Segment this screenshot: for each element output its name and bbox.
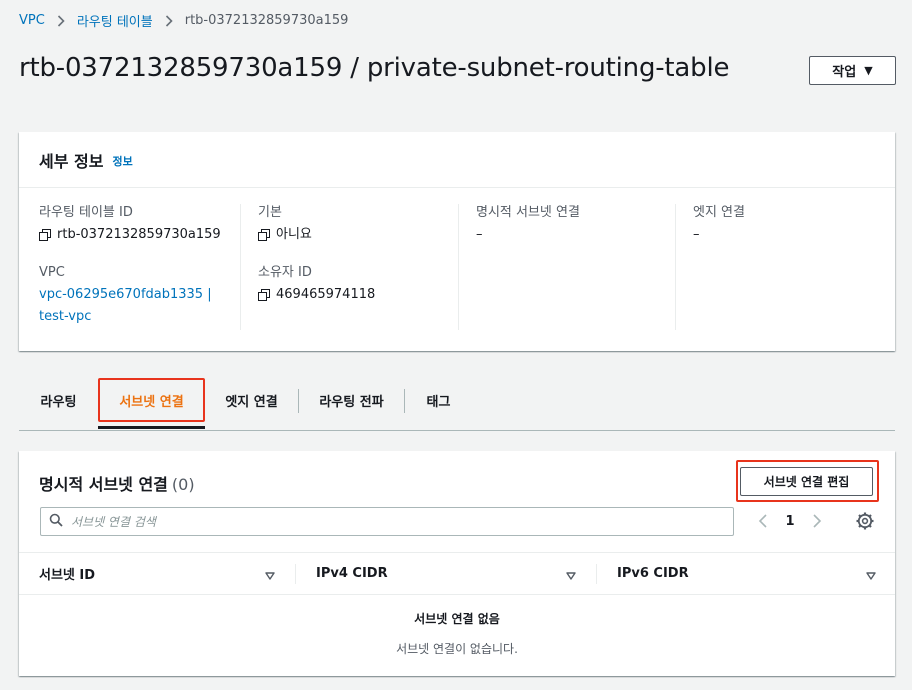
details-column-1: 라우팅 테이블 ID rtb-0372132859730a159 VPC vpc…	[39, 204, 239, 330]
copy-icon[interactable]	[258, 289, 270, 301]
actions-button-label: 작업	[832, 65, 857, 80]
tab-edge-associations[interactable]: 엣지 연결	[205, 378, 298, 423]
search-input[interactable]	[71, 514, 711, 529]
owner-id-label: 소유자 ID	[258, 265, 312, 280]
vpc-link-line2: test-vpc	[39, 309, 92, 324]
tab-bar: 라우팅 서브넷 연결 엣지 연결 라우팅 전파 태그	[19, 378, 895, 431]
explicit-subnet-value: –	[476, 227, 483, 242]
chevron-right-icon[interactable]	[807, 511, 827, 531]
route-table-id-value: rtb-0372132859730a159	[39, 226, 239, 244]
column-divider	[295, 564, 296, 584]
settings-gear-icon[interactable]	[855, 511, 875, 531]
table-header: 서브넷 ID IPv4 CIDR IPv6 CIDR	[19, 552, 895, 595]
copy-icon[interactable]	[39, 229, 51, 241]
info-link[interactable]: 정보	[112, 153, 132, 169]
details-column-4: 엣지 연결 –	[675, 204, 875, 330]
sort-caret-icon[interactable]	[264, 567, 276, 580]
subnet-associations-count: (0)	[171, 475, 195, 494]
column-header-ipv4-cidr[interactable]: IPv4 CIDR	[316, 553, 388, 594]
search-icon	[49, 512, 63, 531]
route-table-id-text: rtb-0372132859730a159	[57, 227, 221, 242]
details-column-3: 명시적 서브넷 연결 –	[458, 204, 676, 330]
subnet-associations-title-text: 명시적 서브넷 연결	[39, 475, 168, 494]
actions-button[interactable]: 작업 ▼	[809, 56, 896, 85]
sort-caret-icon[interactable]	[865, 567, 877, 580]
main-label: 기본	[258, 205, 282, 220]
empty-state-description: 서브넷 연결이 없습니다.	[396, 642, 518, 656]
route-table-id-label: 라우팅 테이블 ID	[39, 205, 133, 220]
vpc-label: VPC	[39, 265, 65, 280]
chevron-left-icon[interactable]	[753, 511, 773, 531]
owner-id-text: 469465974118	[276, 287, 376, 302]
chevron-right-icon	[165, 14, 173, 27]
search-box	[40, 507, 734, 536]
details-column-2: 기본 아니요 소유자 ID 469465974118	[240, 204, 458, 330]
copy-icon[interactable]	[258, 229, 270, 241]
details-title: 세부 정보	[39, 151, 104, 171]
page-number[interactable]: 1	[773, 514, 807, 529]
details-header: 세부 정보 정보	[19, 132, 895, 188]
breadcrumb-route-tables-link[interactable]: 라우팅 테이블	[77, 11, 153, 30]
vpc-link[interactable]: vpc-06295e670fdab1335 | test-vpc	[39, 284, 239, 328]
column-header-subnet-id[interactable]: 서브넷 ID	[39, 553, 95, 594]
chevron-right-icon	[57, 14, 65, 27]
edge-value: –	[693, 227, 700, 242]
column-header-ipv6-cidr[interactable]: IPv6 CIDR	[617, 553, 689, 594]
tab-route-propagation[interactable]: 라우팅 전파	[299, 378, 404, 423]
sort-caret-icon[interactable]	[565, 567, 577, 580]
edge-label: 엣지 연결	[693, 205, 745, 220]
pagination: 1	[753, 511, 827, 531]
main-value-text: 아니요	[276, 227, 312, 242]
active-tab-indicator	[98, 426, 205, 429]
caret-down-icon: ▼	[864, 64, 873, 77]
breadcrumb-vpc-link[interactable]: VPC	[19, 13, 45, 28]
details-panel: 세부 정보 정보 라우팅 테이블 ID rtb-0372132859730a15…	[19, 132, 895, 351]
vpc-link-line1: vpc-06295e670fdab1335 |	[39, 287, 212, 302]
explicit-subnet-label: 명시적 서브넷 연결	[476, 205, 580, 220]
tab-tags[interactable]: 태그	[405, 378, 472, 423]
tab-highlight-box	[98, 378, 205, 422]
subnet-associations-title: 명시적 서브넷 연결 (0)	[39, 471, 195, 495]
breadcrumb: VPC 라우팅 테이블 rtb-0372132859730a159	[19, 11, 348, 30]
page-title: rtb-0372132859730a159 / private-subnet-r…	[19, 53, 730, 83]
tab-routes[interactable]: 라우팅	[19, 378, 98, 423]
breadcrumb-current: rtb-0372132859730a159	[184, 13, 349, 28]
column-divider	[596, 564, 597, 584]
empty-state-title: 서브넷 연결 없음	[414, 612, 500, 626]
main-value: 아니요	[258, 226, 458, 244]
edit-button-highlight-box	[736, 460, 879, 502]
owner-id-value: 469465974118	[258, 286, 458, 304]
subnet-associations-panel: 명시적 서브넷 연결(0) 서브넷 연결 편집 1 서브	[19, 451, 895, 676]
